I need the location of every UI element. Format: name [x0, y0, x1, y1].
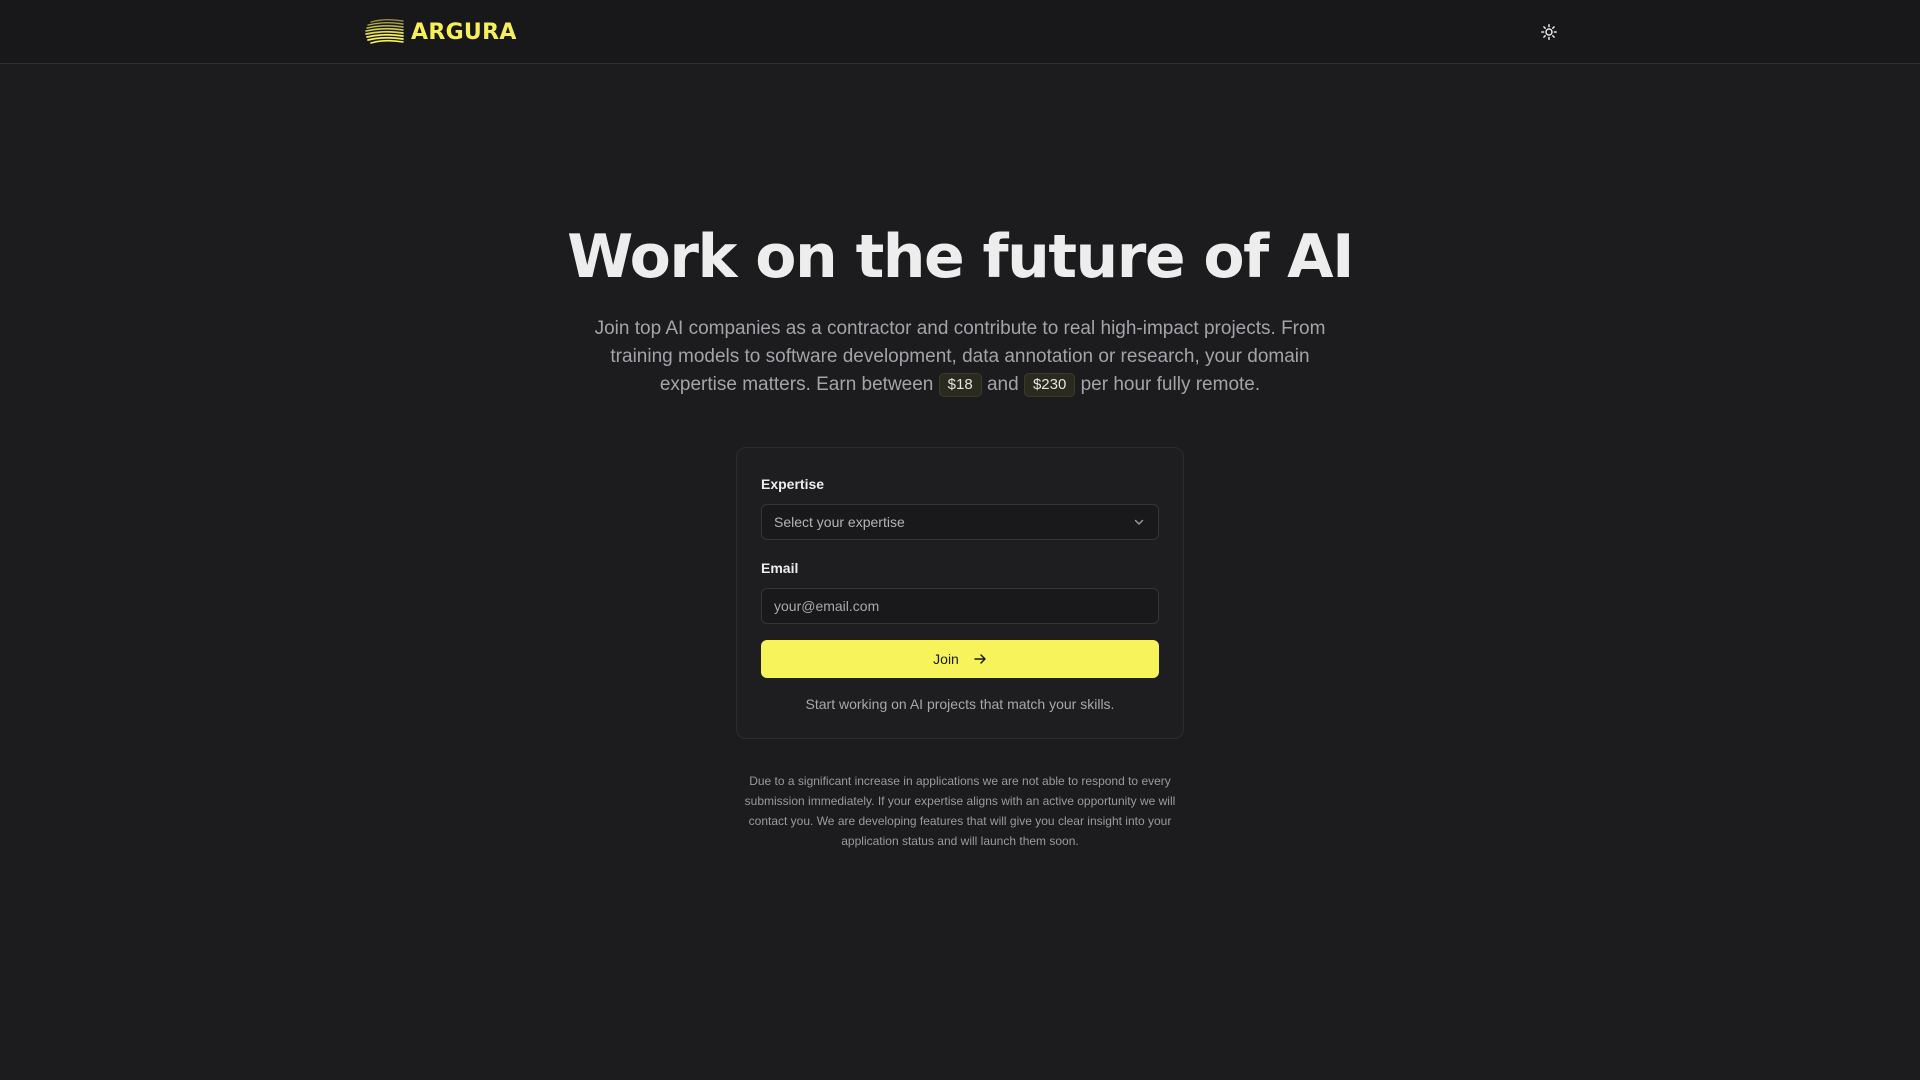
signup-note: Start working on AI projects that match … [805, 696, 1115, 712]
expertise-label: Expertise [761, 476, 825, 492]
rate-min-badge: $18 [938, 373, 982, 397]
join-button[interactable]: Join [761, 640, 1159, 678]
argura-logo-icon [365, 19, 404, 44]
email-field[interactable] [761, 588, 1159, 624]
expertise-select[interactable]: Select your expertise [761, 504, 1159, 540]
disclaimer-text: Due to a significant increase in applica… [744, 774, 1176, 848]
chevron-down-icon [1134, 519, 1144, 525]
hero-description-and: and [986, 374, 1019, 395]
join-button-label: Join [933, 651, 959, 667]
email-label: Email [761, 560, 799, 576]
theme-toggle-button[interactable] [1538, 21, 1560, 43]
rate-max-badge: $230 [1023, 373, 1076, 397]
signup-card: Expertise Select your expertise Email Jo… [736, 447, 1184, 739]
sun-icon [1541, 24, 1557, 40]
brand-logo[interactable]: ARGURA [365, 16, 517, 48]
brand-name: ARGURA [411, 19, 517, 45]
top-nav-bar: ARGURA [0, 0, 1920, 64]
page-title: Work on the future of AI [567, 222, 1354, 292]
hero-description: Join top AI companies as a contractor an… [580, 315, 1340, 399]
expertise-select-value: Select your expertise [774, 514, 905, 530]
arrow-right-icon [974, 654, 986, 664]
hero-description-suffix: per hour fully remote. [1080, 374, 1261, 395]
